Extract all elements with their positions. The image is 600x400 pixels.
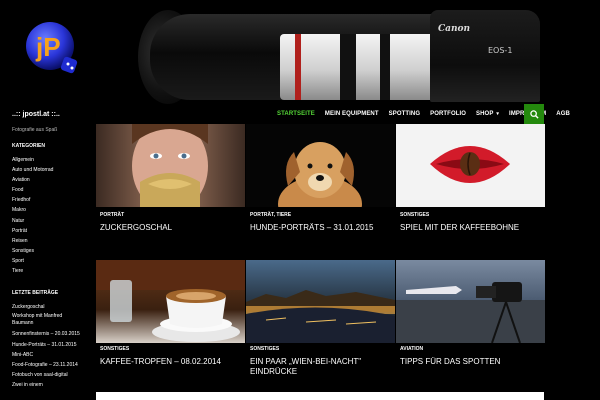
lens-zoom-ring [380,34,390,100]
recent-post-link[interactable]: Sonnenfinsternis – 20.03.2015 [12,329,80,339]
post-category[interactable]: PORTRÄT, TIERE [250,212,291,218]
lens-focus-ring [340,34,356,100]
logo-icon: jP [26,22,78,74]
post-title[interactable]: HUNDE-PORTRÄTS – 31.01.2015 [250,223,390,233]
sidebar: ..:: jpostl.at ::.. Fotografie aus Spaß … [0,104,90,400]
site-header: Canon EOS-1 jP [0,0,600,104]
post-category[interactable]: SONSTIGES [400,212,429,218]
post-title[interactable]: TIPPS FÜR DAS SPOTTEN [400,357,540,367]
nav-shop[interactable]: SHOP ▾ [476,111,499,117]
content-area [96,392,544,400]
category-link[interactable]: Makro [12,205,78,215]
svg-text:jP: jP [35,32,61,62]
post-title[interactable]: EIN PAAR „WIEN-BEI-NACHT" EINDRÜCKE [250,357,390,377]
nav-shop-label: SHOP [476,111,494,117]
nav-mein-equipment[interactable]: MEIN EQUIPMENT [325,111,379,117]
post-category[interactable]: SONSTIGES [250,346,279,352]
post-title[interactable]: KAFFEE-TROPFEN – 08.02.2014 [100,357,240,367]
post-thumbnail-red-lips-coffee-bean[interactable] [396,124,545,207]
camera-model: EOS-1 [488,46,513,55]
camera-brand: Canon [438,24,471,34]
recent-posts-list: Zuckergoschal Workshop mit Manfred Bauma… [12,302,80,390]
site-title[interactable]: ..:: jpostl.at ::.. [12,111,78,121]
category-link[interactable]: Sonstiges [12,246,78,256]
category-link[interactable]: Sport [12,256,78,266]
category-link[interactable]: Tiere [12,266,78,276]
post-title[interactable]: ZUCKERGOSCHAL [100,223,240,233]
category-link[interactable]: Friedhof [12,195,78,205]
post-category[interactable]: SONSTIGES [100,346,129,352]
post-card: AVIATION TIPPS FÜR DAS SPOTTEN [396,260,545,366]
recent-post-link[interactable]: Hunde-Porträts – 31.01.2015 [12,340,78,350]
nav-portfolio[interactable]: PORTFOLIO [430,111,466,117]
category-link[interactable]: Auto und Motorrad [12,165,78,175]
site-logo[interactable]: jP [24,20,82,78]
categories-heading: KATEGORIEN [12,143,45,149]
chevron-down-icon: ▾ [496,111,500,117]
category-link[interactable]: Aviation [12,175,78,185]
category-link[interactable]: Allgemein [12,155,78,165]
post-category[interactable]: AVIATION [400,346,423,352]
recent-post-link[interactable]: Food-Fotografie – 23.11.2014 [12,360,78,370]
lens-red-ring [295,34,301,100]
recent-posts-heading: LETZTE BEITRÄGE [12,290,59,297]
site-description: Fotografie aus Spaß [12,127,58,133]
categories-list: Allgemein Auto und Motorrad Aviation Foo… [12,155,78,276]
post-card: PORTRÄT, TIERE HUNDE-PORTRÄTS – 31.01.20… [246,124,395,232]
recent-post-link[interactable]: Workshop mit Manfred Baumann [12,312,78,329]
post-card: SONSTIGES KAFFEE-TROPFEN – 08.02.2014 [96,260,245,366]
recent-post-link[interactable]: Mini-ABC [12,350,78,360]
category-link[interactable]: Natur [12,216,78,226]
search-button[interactable] [524,104,544,124]
nav-spotting[interactable]: SPOTTING [389,111,420,117]
post-thumbnail-coffee-cup[interactable] [96,260,245,343]
nav-agb[interactable]: AGB [556,111,570,117]
nav-portfolio-label: PORTFOLIO [430,111,467,117]
recent-post-link[interactable]: Zuckergoschal [12,302,78,312]
post-thumbnail-woman-glitter-lips[interactable] [96,124,245,207]
recent-post-link[interactable]: Zwei in einem [12,380,78,390]
category-link[interactable]: Porträt [12,226,78,236]
category-link[interactable]: Reisen [12,236,78,246]
post-card: SONSTIGES EIN PAAR „WIEN-BEI-NACHT" EIND… [246,260,395,376]
category-link[interactable]: Food [12,185,78,195]
nav-startseite[interactable]: STARTSEITE [277,111,315,117]
post-thumbnail-dog-portrait[interactable] [246,124,395,207]
post-card: SONSTIGES SPIEL MIT DER KAFFEEBOHNE [396,124,545,232]
post-thumbnail-airport-camera[interactable] [396,260,545,343]
post-thumbnail-vienna-night[interactable] [246,260,395,343]
search-icon [529,109,539,119]
recent-post-link[interactable]: Fotobuch von saal-digital [12,370,78,380]
post-card: PORTRÄT ZUCKERGOSCHAL [96,124,245,232]
post-title[interactable]: SPIEL MIT DER KAFFEEBOHNE [400,223,540,233]
post-category[interactable]: PORTRÄT [100,212,124,218]
